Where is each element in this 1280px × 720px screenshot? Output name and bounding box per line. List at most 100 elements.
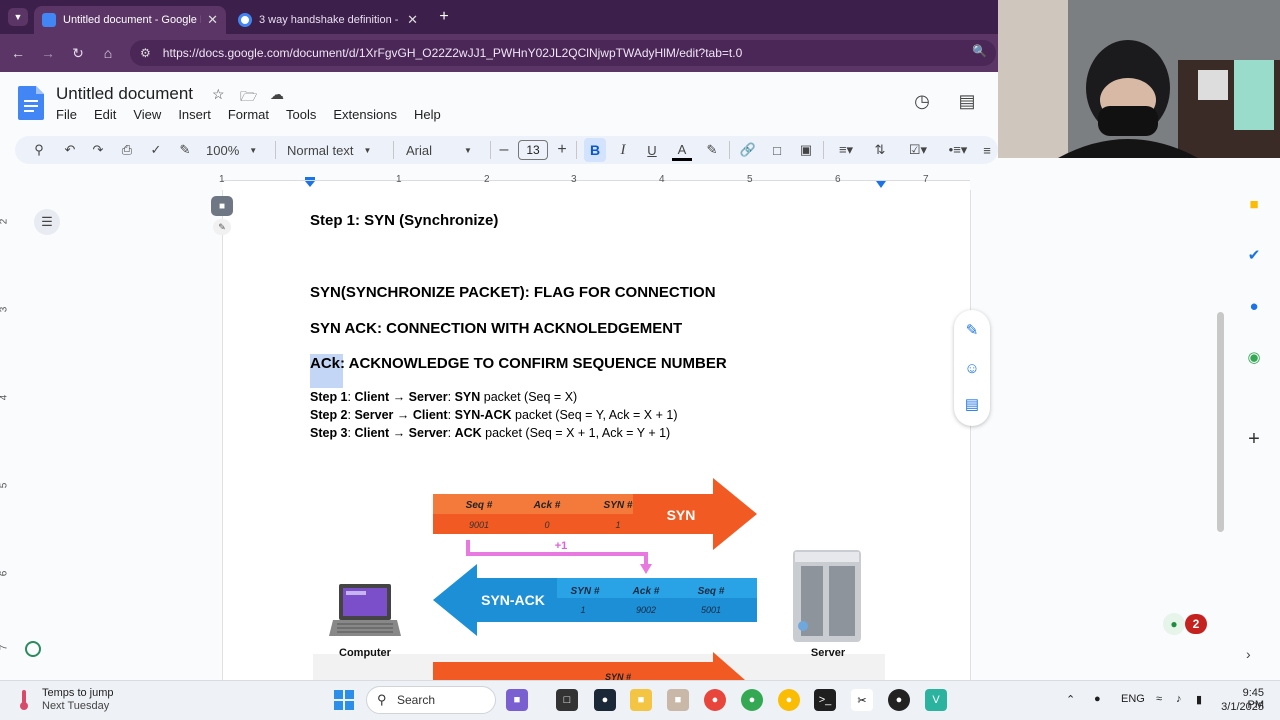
tasks-icon[interactable]: ✔ xyxy=(1244,245,1264,265)
highlight-pen-icon[interactable]: ✎ xyxy=(703,141,721,159)
smart-suggestion-bulb-icon[interactable]: ● xyxy=(1163,613,1185,635)
chrome-profile-1-icon[interactable]: ● xyxy=(704,689,726,711)
line-syn-ack[interactable]: SYN ACK: CONNECTION WITH ACKNOLEDGEMENT xyxy=(310,320,682,337)
fingerprint-icon[interactable] xyxy=(25,641,41,657)
edit-pen-icon[interactable]: ✎ xyxy=(213,219,231,235)
menu-edit[interactable]: Edit xyxy=(94,107,116,122)
volume-icon[interactable]: ♪ xyxy=(1176,693,1182,705)
menu-insert[interactable]: Insert xyxy=(178,107,211,122)
bold-button[interactable]: B xyxy=(584,138,606,162)
chrome-profile-3-icon[interactable]: ● xyxy=(778,689,800,711)
document-outline-icon[interactable]: ☰ xyxy=(34,209,60,235)
step-line-3[interactable]: Step 3: Client → Server: ACK packet (Seq… xyxy=(310,426,670,440)
checklist-icon[interactable]: ☑▾ xyxy=(901,141,935,159)
add-comment-icon[interactable]: □ xyxy=(768,141,786,159)
step-line-1[interactable]: Step 1: Client → Server: SYN packet (Seq… xyxy=(310,390,577,404)
italic-button[interactable]: I xyxy=(614,141,632,159)
zoom-select[interactable]: 100% ▼ xyxy=(206,141,264,159)
windows-start-icon[interactable] xyxy=(334,690,354,710)
google-docs-logo-icon[interactable] xyxy=(18,86,44,120)
bulleted-list-icon[interactable]: •≡▾ xyxy=(941,141,975,159)
menu-extensions[interactable]: Extensions xyxy=(333,107,397,122)
paragraph-style-select[interactable]: Normal text ▼ xyxy=(287,141,383,159)
undo-icon[interactable]: ↶ xyxy=(61,141,79,159)
zoom-magnifier-icon[interactable]: 🔍 xyxy=(972,44,990,62)
side-panel-expand-chevron-icon[interactable]: › xyxy=(1246,646,1262,664)
menu-format[interactable]: Format xyxy=(228,107,269,122)
terminal-icon[interactable]: >_ xyxy=(814,689,836,711)
battery-icon[interactable]: ▮ xyxy=(1196,693,1202,706)
decrease-font-size-icon[interactable]: – xyxy=(496,141,512,159)
font-select[interactable]: Arial ▼ xyxy=(406,141,486,159)
steam-icon[interactable]: ● xyxy=(594,689,616,711)
widgets-app-icon[interactable]: ■ xyxy=(506,689,528,711)
home-icon[interactable]: ⌂ xyxy=(98,43,118,63)
tab-docs[interactable]: Untitled document - Google Do ✕ xyxy=(34,6,226,34)
tab-close-icon[interactable]: ✕ xyxy=(407,12,418,28)
line-spacing-icon[interactable]: ⇅ xyxy=(871,141,889,159)
get-add-ons-plus-icon[interactable]: + xyxy=(1244,428,1264,450)
thermometer-icon[interactable] xyxy=(16,689,32,711)
align-select-icon[interactable]: ≡▾ xyxy=(832,141,860,159)
version-history-icon[interactable]: ◷ xyxy=(911,90,933,112)
underline-button[interactable]: U xyxy=(643,141,661,159)
right-indent-marker-icon[interactable] xyxy=(875,180,887,190)
microphone-icon[interactable]: ● xyxy=(1094,693,1101,705)
text-color-button[interactable]: A xyxy=(672,141,692,161)
chrome-profile-2-icon[interactable]: ● xyxy=(741,689,763,711)
spellcheck-icon[interactable]: ✓ xyxy=(147,141,165,159)
contacts-icon[interactable]: ● xyxy=(1244,296,1264,316)
menu-view[interactable]: View xyxy=(133,107,161,122)
increase-font-size-icon[interactable]: + xyxy=(554,141,570,159)
left-indent-marker-icon[interactable] xyxy=(304,177,316,189)
star-icon[interactable]: ☆ xyxy=(212,86,225,103)
back-arrow-icon[interactable]: ← xyxy=(8,43,28,63)
keep-icon[interactable]: ■ xyxy=(1244,194,1264,214)
weather-subline[interactable]: Next Tuesday xyxy=(42,700,109,712)
comments-icon[interactable]: ▤ xyxy=(956,90,978,112)
suggest-edits-icon[interactable]: ▤ xyxy=(960,392,984,416)
vertical-scrollbar[interactable] xyxy=(1217,312,1224,532)
new-tab-plus-icon[interactable]: + xyxy=(434,6,454,28)
heading-step-1[interactable]: Step 1: SYN (Synchronize) xyxy=(310,212,498,229)
step-line-2[interactable]: Step 2: Server → Client: SYN-ACK packet … xyxy=(310,408,677,422)
task-view-icon[interactable]: □ xyxy=(556,689,578,711)
photos-app-icon[interactable]: ■ xyxy=(667,689,689,711)
cloud-status-icon[interactable]: ☁ xyxy=(270,86,284,103)
tab-search-chevron-icon[interactable]: ▼ xyxy=(8,8,28,26)
weather-headline[interactable]: Temps to jump xyxy=(42,687,114,699)
tab-google-search[interactable]: 3 way handshake definition - G ✕ xyxy=(230,6,426,34)
reload-icon[interactable]: ↻ xyxy=(68,43,88,63)
menu-file[interactable]: File xyxy=(56,107,77,122)
line-syn[interactable]: SYN(SYNCHRONIZE PACKET): FLAG FOR CONNEC… xyxy=(310,284,716,301)
obs-record-icon[interactable]: ● xyxy=(888,689,910,711)
search-menus-icon[interactable]: ⚲ xyxy=(30,141,48,159)
clock-date[interactable]: 3/1/2025 xyxy=(1214,701,1264,713)
numbered-list-icon[interactable]: ≡ xyxy=(979,141,995,159)
notification-badge[interactable]: 2 xyxy=(1185,614,1207,634)
add-comment-fab-icon[interactable]: ✎ xyxy=(960,318,984,342)
taskbar-search[interactable]: ⚲ Search xyxy=(366,686,496,714)
menu-tools[interactable]: Tools xyxy=(286,107,316,122)
insert-link-icon[interactable]: 🔗 xyxy=(739,141,757,159)
line-ack[interactable]: ACk: ACKNOWLEDGE TO CONFIRM SEQUENCE NUM… xyxy=(310,355,727,372)
paint-format-icon[interactable]: ✎ xyxy=(176,141,194,159)
tab-close-icon[interactable]: ✕ xyxy=(207,12,218,28)
print-icon[interactable]: ⎙ xyxy=(118,141,136,159)
redo-icon[interactable]: ↷ xyxy=(89,141,107,159)
font-size-input[interactable]: 13 xyxy=(518,140,548,160)
file-explorer-icon[interactable]: ■ xyxy=(630,689,652,711)
insert-image-icon[interactable]: ▣ xyxy=(797,141,815,159)
forward-arrow-icon[interactable]: → xyxy=(38,43,58,63)
handshake-diagram[interactable]: Seq # Ack # SYN # 9001 0 1 SYN +1 SYN # … xyxy=(313,470,885,680)
capcut-icon[interactable]: ✂ xyxy=(851,689,873,711)
wifi-icon[interactable]: ≈ xyxy=(1156,693,1162,705)
url-bar[interactable]: ⚙ https://docs.google.com/document/d/1Xr… xyxy=(130,40,996,66)
maps-pin-icon[interactable]: ◉ xyxy=(1244,347,1264,367)
document-title[interactable]: Untitled document xyxy=(56,84,193,104)
tray-overflow-chevron-icon[interactable]: ⌃ xyxy=(1066,693,1075,706)
add-emoji-reaction-icon[interactable]: ☺ xyxy=(960,356,984,380)
site-info-icon[interactable]: ⚙ xyxy=(140,46,151,60)
gemini-robot-icon[interactable]: ■ xyxy=(211,196,233,216)
language-indicator[interactable]: ENG xyxy=(1121,693,1145,705)
